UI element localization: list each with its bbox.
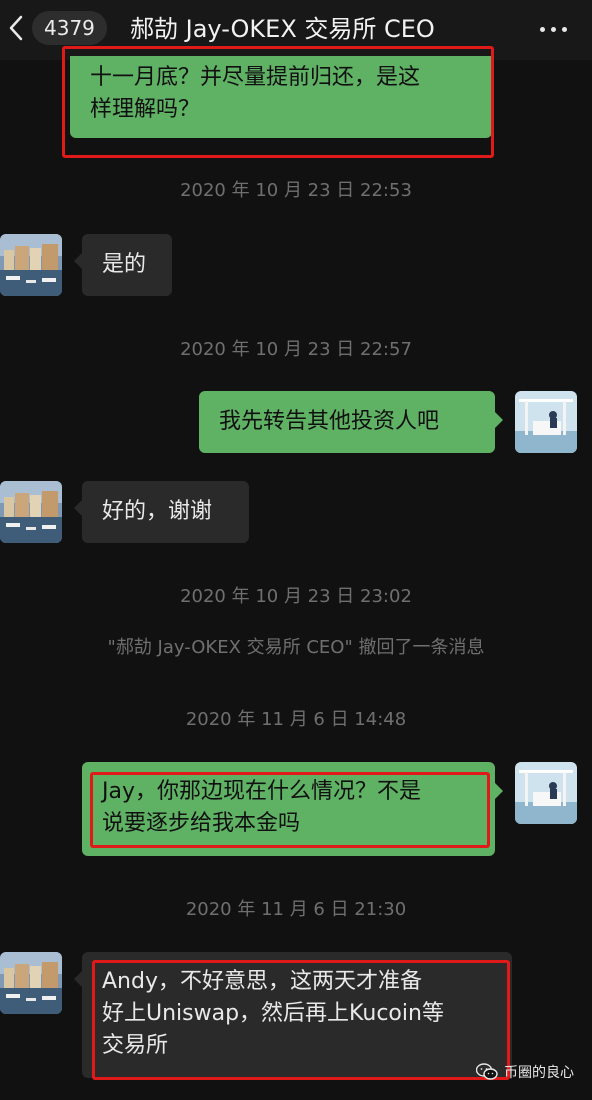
contact-avatar[interactable] <box>0 952 62 1014</box>
message-text: Jay，你那边现在什么情况？不是 <box>102 779 421 804</box>
chat-title: 郝劼 Jay-OKEX 交易所 CEO <box>130 15 435 43</box>
message-text: 好上Uniswap，然后再上Kucoin等 <box>102 1001 444 1026</box>
wechat-logo-icon <box>476 1063 498 1080</box>
message-text: 交易所 <box>102 1033 169 1058</box>
unread-count-badge[interactable]: 4379 <box>32 11 107 45</box>
message-text: 说要逐步给我本金吗 <box>102 811 301 836</box>
timestamp: 2020 年 11 月 6 日 14:48 <box>185 709 407 730</box>
bubble-tail <box>74 971 82 987</box>
watermark: 币圈的良心 <box>476 1062 574 1082</box>
bubble-tail <box>495 783 503 799</box>
harbor-photo-icon <box>0 952 62 1014</box>
boat-photo-icon <box>515 762 577 824</box>
more-dots-icon <box>540 27 545 32</box>
contact-avatar[interactable] <box>0 234 62 296</box>
message-bubble-incoming[interactable]: Andy，不好意思，这两天才准备 好上Uniswap，然后再上Kucoin等 交… <box>82 952 512 1078</box>
message-text: Andy，不好意思，这两天才准备 <box>102 969 422 994</box>
my-avatar[interactable] <box>515 762 577 824</box>
more-button[interactable] <box>538 17 570 41</box>
harbor-photo-icon <box>0 234 62 296</box>
message-bubble-outgoing[interactable]: Jay，你那边现在什么情况？不是 说要逐步给我本金吗 <box>82 762 495 856</box>
message-text: 是的 <box>102 252 147 277</box>
chat-header: 4379 郝劼 Jay-OKEX 交易所 CEO <box>0 0 592 60</box>
my-avatar[interactable] <box>515 391 577 453</box>
bubble-tail <box>74 253 82 269</box>
boat-photo-icon <box>515 391 577 453</box>
message-text: 样理解吗？ <box>90 97 201 122</box>
message-bubble-outgoing[interactable]: 十一月底？并尽量提前归还，是这 样理解吗？ <box>70 56 492 138</box>
chevron-left-icon <box>9 15 23 41</box>
message-bubble-incoming[interactable]: 好的，谢谢 <box>82 481 249 543</box>
message-text: 我先转告其他投资人吧 <box>219 409 440 434</box>
message-bubble-outgoing[interactable]: 我先转告其他投资人吧 <box>199 391 495 453</box>
message-bubble-incoming[interactable]: 是的 <box>82 234 172 296</box>
message-text: 十一月底？并尽量提前归还，是这 <box>90 65 421 90</box>
bubble-tail <box>495 412 503 428</box>
message-text: 好的，谢谢 <box>102 499 213 524</box>
timestamp: 2020 年 11 月 6 日 21:30 <box>185 899 407 920</box>
watermark-text: 币圈的良心 <box>504 1065 574 1081</box>
back-button[interactable] <box>4 10 28 46</box>
harbor-photo-icon <box>0 481 62 543</box>
timestamp: 2020 年 10 月 23 日 23:02 <box>180 586 412 607</box>
recall-notice: "郝劼 Jay-OKEX 交易所 CEO" 撤回了一条消息 <box>107 637 485 658</box>
timestamp: 2020 年 10 月 23 日 22:57 <box>180 339 412 360</box>
timestamp: 2020 年 10 月 23 日 22:53 <box>180 180 412 201</box>
contact-avatar[interactable] <box>0 481 62 543</box>
bubble-tail <box>74 500 82 516</box>
